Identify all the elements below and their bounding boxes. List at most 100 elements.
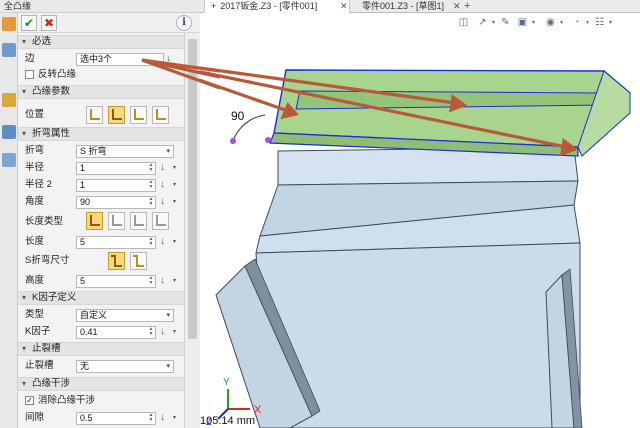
close-icon[interactable]: ✕ <box>340 0 348 13</box>
spinner-icon[interactable]: ▲ ▼ <box>148 413 154 424</box>
angle-pick-icon[interactable]: ↓ <box>160 196 171 208</box>
view-manager-icon[interactable] <box>2 93 16 107</box>
spinner-icon[interactable]: ▲ ▼ <box>148 197 154 208</box>
section-bend-props[interactable]: ▾ 折弯属性 <box>18 127 184 141</box>
length-type-option-1[interactable] <box>86 212 103 230</box>
tab-label: 零件001.Z3 - [草图1] <box>362 1 445 11</box>
dimension-handle[interactable] <box>265 137 271 143</box>
section-interference[interactable]: ▾ 凸缘干涉 <box>18 377 184 391</box>
properties-icon[interactable] <box>2 125 16 139</box>
k-factor-row: K因子 0.41 ▲ ▼ ↓ ▾ <box>18 324 184 340</box>
panel-title: 全凸缘 <box>0 0 200 13</box>
sheet-metal-model[interactable]: X Y Z <box>200 13 640 428</box>
s-bend-size-option-1[interactable] <box>108 252 125 270</box>
angle-dimension-value[interactable]: 90 <box>231 109 244 123</box>
reverse-flange-checkbox[interactable] <box>25 70 34 79</box>
length-value: 5 <box>80 237 86 247</box>
cancel-button[interactable]: ✖ <box>41 15 57 31</box>
k-factor-label: K因子 <box>25 326 51 337</box>
section-relief[interactable]: ▾ 止裂槽 <box>18 342 184 356</box>
radius2-input[interactable]: 1 ▲ ▼ <box>76 179 156 192</box>
remove-interference-checkbox[interactable]: ✓ <box>25 396 34 405</box>
tab-add-icon[interactable]: + <box>211 1 216 11</box>
position-inner-icon <box>90 109 100 120</box>
height-input[interactable]: 5 ▲ ▼ <box>76 275 156 288</box>
command-toolbar: ✔ ✖ i <box>18 13 200 33</box>
length-type-label: 长度类型 <box>25 216 64 227</box>
radius2-pick-icon[interactable]: ↓ <box>160 179 171 191</box>
chevron-down-icon[interactable]: ▾ <box>173 196 178 208</box>
gap-value: 0.5 <box>80 413 93 423</box>
section-required-label: 必选 <box>32 36 52 47</box>
chevron-down-icon[interactable]: ▾ <box>173 326 178 338</box>
spinner-icon[interactable]: ▲ ▼ <box>148 163 154 174</box>
chevron-down-icon[interactable]: ▾ <box>173 162 178 174</box>
k-type-select[interactable]: 自定义 ▾ <box>76 309 174 322</box>
tab-sheetmetal-part[interactable]: +2017钣金.Z3 - [零件001] <box>204 0 350 13</box>
s-bend-size-label: S折弯尺寸 <box>25 255 70 266</box>
length-input[interactable]: 5 ▲ ▼ <box>76 236 156 249</box>
length-pick-icon[interactable]: ↓ <box>160 236 171 248</box>
height-label: 高度 <box>25 275 45 286</box>
relief-slot-select[interactable]: 无 ▾ <box>76 360 174 373</box>
radius-label: 半径 <box>25 162 45 173</box>
position-option-4[interactable] <box>152 106 169 124</box>
k-factor-input[interactable]: 0.41 ▲ ▼ <box>76 326 156 339</box>
close-icon[interactable]: ✕ <box>453 0 461 13</box>
length-type-option-2[interactable] <box>108 212 125 230</box>
s-bend-size-option-2[interactable] <box>130 252 147 270</box>
position-offset-icon <box>156 109 166 120</box>
k-factor-value: 0.41 <box>80 327 98 337</box>
bend-type-select[interactable]: S 折弯 ▾ <box>76 145 174 158</box>
tab-label: 2017钣金.Z3 - [零件001] <box>220 1 318 11</box>
position-option-2[interactable] <box>108 106 125 124</box>
chevron-down-icon[interactable]: ▾ <box>173 275 178 287</box>
spinner-icon[interactable]: ▲ ▼ <box>148 276 154 287</box>
radius2-value: 1 <box>80 180 86 190</box>
gap-row: 间隙 0.5 ▲ ▼ ↓ ▾ <box>18 410 184 426</box>
k-type-row: 类型 自定义 ▾ <box>18 307 184 323</box>
section-k-factor[interactable]: ▾ K因子定义 <box>18 291 184 305</box>
section-required[interactable]: ▾ 必选 <box>18 35 184 49</box>
bend-type-value: S 折弯 <box>80 146 107 156</box>
radius-pick-icon[interactable]: ↓ <box>160 162 171 174</box>
length-type-option-4[interactable] <box>152 212 169 230</box>
chevron-down-icon[interactable]: ▾ <box>173 412 178 424</box>
k-type-label: 类型 <box>25 309 45 320</box>
info-button[interactable]: i <box>176 15 192 31</box>
section-flange-params[interactable]: ▾ 凸缘参数 <box>18 85 184 99</box>
pick-edge-icon[interactable]: ↓ <box>166 53 177 65</box>
angle-input[interactable]: 90 ▲ ▼ <box>76 196 156 209</box>
angle-label: 角度 <box>25 196 45 207</box>
radius-input[interactable]: 1 ▲ ▼ <box>76 162 156 175</box>
position-row: 位置 <box>18 105 184 125</box>
position-option-1[interactable] <box>86 106 103 124</box>
spinner-icon[interactable]: ▲ ▼ <box>148 180 154 191</box>
gap-input[interactable]: 0.5 ▲ ▼ <box>76 412 156 425</box>
ok-button[interactable]: ✔ <box>21 15 37 31</box>
chevron-down-icon: ▾ <box>166 363 170 370</box>
spinner-icon[interactable]: ▲ ▼ <box>148 327 154 338</box>
length-label: 长度 <box>25 236 45 247</box>
spinner-icon[interactable]: ▲ ▼ <box>148 237 154 248</box>
panel-scrollbar[interactable] <box>184 33 200 428</box>
dimension-handle[interactable] <box>230 138 236 144</box>
layers-icon[interactable] <box>2 153 16 167</box>
chevron-down-icon[interactable]: ▾ <box>173 236 178 248</box>
height-pick-icon[interactable]: ↓ <box>160 275 171 287</box>
s-bend-outer-icon <box>111 255 122 267</box>
add-tab-icon[interactable]: + <box>464 0 470 13</box>
scrollbar-thumb[interactable] <box>188 39 197 339</box>
k-factor-pick-icon[interactable]: ↓ <box>160 326 171 338</box>
chevron-down-icon[interactable]: ▾ <box>173 179 178 191</box>
length-type-option-3[interactable] <box>130 212 147 230</box>
feature-tree-icon[interactable] <box>2 17 16 31</box>
history-icon[interactable] <box>2 43 16 57</box>
length-type-row: 长度类型 <box>18 211 184 233</box>
gap-pick-icon[interactable]: ↓ <box>160 412 171 424</box>
3d-viewport[interactable]: ◫ ↗ ▾ ✎ ▣ ▾ ◉ ▾ ◔ ▾ ☷ ▾ X Y Z 90 105.14 … <box>200 13 640 428</box>
tab-part-sketch[interactable]: 零件001.Z3 - [草图1] <box>352 0 452 13</box>
remove-interference-label: 消除凸缘干涉 <box>38 395 96 406</box>
edge-selection-field[interactable]: 选中3个 <box>76 53 164 66</box>
position-option-3[interactable] <box>130 106 147 124</box>
